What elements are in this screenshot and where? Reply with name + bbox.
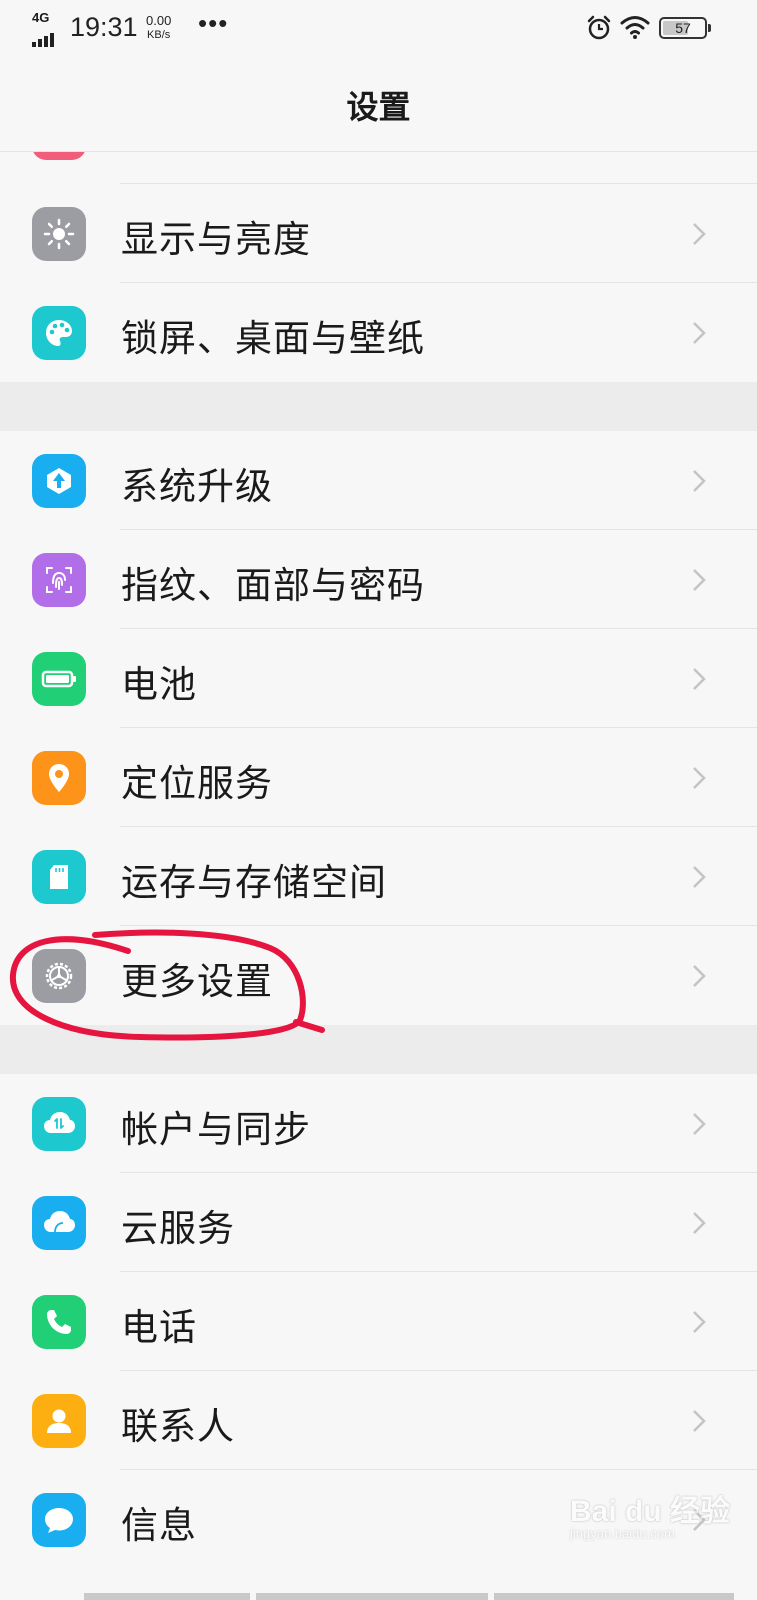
settings-item-display-brightness[interactable]: 显示与亮度 bbox=[0, 184, 757, 283]
settings-item-label: 电话 bbox=[121, 1306, 197, 1349]
gear-icon bbox=[32, 949, 86, 1003]
page-header: 设置 bbox=[0, 58, 757, 152]
contact-icon bbox=[32, 1394, 86, 1448]
settings-item-label: 信息 bbox=[121, 1504, 197, 1547]
palette-icon bbox=[32, 306, 86, 360]
wifi-icon bbox=[620, 16, 650, 39]
bottom-edge bbox=[0, 1590, 757, 1600]
brightness-icon bbox=[32, 207, 86, 261]
chevron-right-icon bbox=[693, 470, 706, 492]
network-speed-unit: KB/s bbox=[147, 29, 171, 41]
chevron-right-icon bbox=[693, 1113, 706, 1135]
chevron-right-icon bbox=[693, 767, 706, 789]
settings-item-location-services[interactable]: 定位服务 bbox=[0, 728, 757, 827]
settings-item-cloud-service[interactable]: 云服务 bbox=[0, 1173, 757, 1272]
fingerprint-icon bbox=[32, 553, 86, 607]
settings-item-label: 系统升级 bbox=[121, 465, 273, 508]
settings-item-label: 帐户与同步 bbox=[121, 1108, 311, 1151]
sd-card-icon bbox=[32, 850, 86, 904]
section-divider bbox=[0, 382, 757, 431]
settings-item-contacts[interactable]: 联系人 bbox=[0, 1371, 757, 1470]
more-notifications-icon: ••• bbox=[198, 8, 229, 38]
settings-item-system-upgrade[interactable]: 系统升级 bbox=[0, 431, 757, 530]
settings-item-label: 电池 bbox=[121, 663, 197, 706]
cloud-icon bbox=[32, 1196, 86, 1250]
settings-item-memory-storage[interactable]: 运存与存储空间 bbox=[0, 827, 757, 926]
settings-item-label: 联系人 bbox=[121, 1405, 235, 1448]
chevron-right-icon bbox=[693, 965, 706, 987]
settings-item-phone[interactable]: 电话 bbox=[0, 1272, 757, 1371]
settings-item-label: 运存与存储空间 bbox=[121, 861, 387, 904]
alarm-icon bbox=[587, 15, 611, 40]
network-type: 4G bbox=[32, 10, 50, 25]
list-item-partial[interactable] bbox=[0, 152, 757, 184]
settings-item-label: 锁屏、桌面与壁纸 bbox=[121, 317, 425, 360]
section-divider bbox=[0, 1025, 757, 1074]
page-title: 设置 bbox=[346, 88, 411, 126]
watermark-brand: Bai du 经验 bbox=[570, 1495, 731, 1528]
watermark-url: jingyan.baidu.com bbox=[570, 1526, 675, 1541]
settings-item-label: 云服务 bbox=[121, 1207, 235, 1250]
partial-row-icon bbox=[32, 152, 86, 160]
network-speed: 0.00 KB/s bbox=[146, 14, 171, 42]
cloud-sync-icon bbox=[32, 1097, 86, 1151]
settings-item-label: 定位服务 bbox=[121, 762, 273, 805]
chevron-right-icon bbox=[693, 1311, 706, 1333]
upgrade-icon bbox=[32, 454, 86, 508]
battery-icon bbox=[32, 652, 86, 706]
network-speed-value: 0.00 bbox=[146, 13, 172, 28]
watermark: Bai du 经验 jingyan.baidu.com bbox=[570, 1486, 750, 1556]
settings-item-more-settings[interactable]: 更多设置 bbox=[0, 926, 757, 1025]
battery-cap bbox=[708, 24, 711, 32]
settings-item-label: 更多设置 bbox=[121, 960, 273, 1003]
chevron-right-icon bbox=[693, 1410, 706, 1432]
settings-item-accounts-sync[interactable]: 帐户与同步 bbox=[0, 1074, 757, 1173]
chevron-right-icon bbox=[693, 668, 706, 690]
phone-icon bbox=[32, 1295, 86, 1349]
chevron-right-icon bbox=[693, 866, 706, 888]
settings-item-label: 指纹、面部与密码 bbox=[121, 564, 425, 607]
clock: 19:31 bbox=[70, 12, 138, 42]
chevron-right-icon bbox=[693, 322, 706, 344]
settings-item-fingerprint-face-password[interactable]: 指纹、面部与密码 bbox=[0, 530, 757, 629]
status-bar: 4G 19:31 0.00 KB/s ••• 57 bbox=[0, 0, 757, 58]
settings-item-label: 显示与亮度 bbox=[121, 218, 311, 261]
signal-icon bbox=[32, 28, 56, 47]
settings-item-lockscreen-wallpaper[interactable]: 锁屏、桌面与壁纸 bbox=[0, 283, 757, 382]
message-icon bbox=[32, 1493, 86, 1547]
chevron-right-icon bbox=[693, 1212, 706, 1234]
battery-level: 57 bbox=[675, 20, 691, 36]
settings-item-battery[interactable]: 电池 bbox=[0, 629, 757, 728]
chevron-right-icon bbox=[693, 569, 706, 591]
chevron-right-icon bbox=[693, 223, 706, 245]
location-pin-icon bbox=[32, 751, 86, 805]
